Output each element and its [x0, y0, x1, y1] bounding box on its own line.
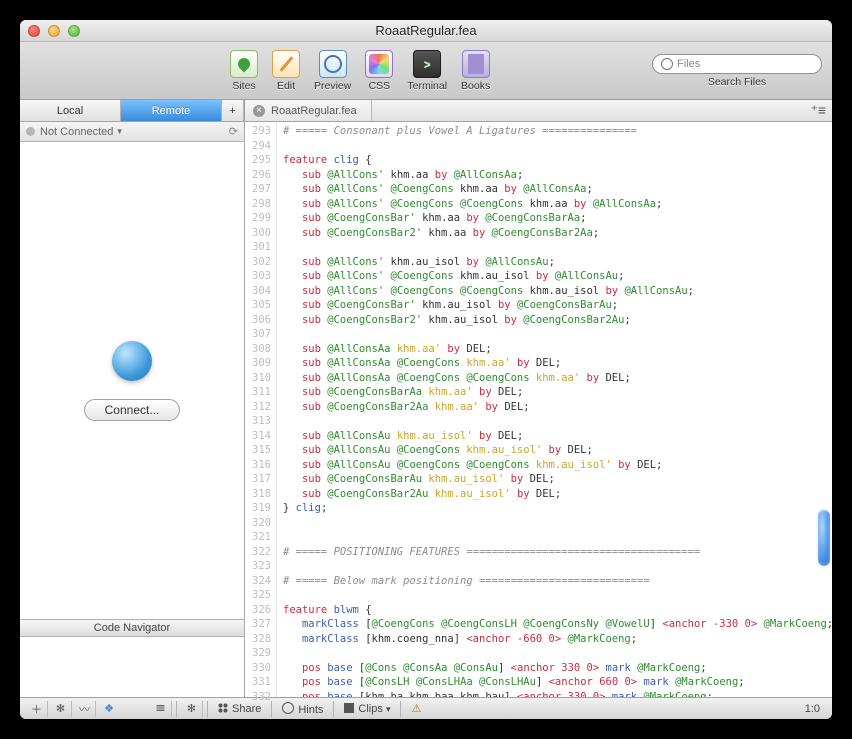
code-editor[interactable]: 2932942952962972982993003013023033043053… [245, 122, 832, 697]
toolbar: Sites Edit Preview CSS Terminal Books Fi… [20, 42, 832, 100]
line-gutter: 2932942952962972982993003013023033043053… [245, 122, 277, 697]
search-label: Search Files [708, 76, 766, 88]
gear-icon[interactable]: ✻ [50, 701, 72, 717]
clips-button[interactable]: Clips ▾ [338, 703, 396, 715]
terminal-icon [413, 50, 441, 78]
share-button[interactable]: Share [212, 703, 267, 715]
sidebar-tab-remote[interactable]: Remote [121, 100, 222, 122]
leaf-icon [230, 50, 258, 78]
refresh-icon[interactable]: ⟳ [229, 125, 238, 138]
toolbar-books[interactable]: Books [461, 50, 490, 92]
toolbar-edit[interactable]: Edit [272, 50, 300, 92]
palette-icon [365, 50, 393, 78]
chevron-down-icon: ▾ [117, 126, 122, 137]
cursor-position: 1:0 [799, 703, 826, 715]
toolbar-preview[interactable]: Preview [314, 50, 351, 92]
connection-status[interactable]: Not Connected ▾ ⟳ [20, 122, 244, 142]
status-dot-icon [26, 127, 35, 136]
titlebar[interactable]: RoaatRegular.fea [20, 20, 832, 42]
close-button[interactable] [28, 25, 40, 37]
pencil-icon [272, 50, 300, 78]
new-file-icon[interactable]: ＋ [26, 701, 48, 717]
editor-tab[interactable]: × RoaatRegular.fea [245, 100, 372, 121]
statusbar: ＋ ✻ 〰 ❖ 𝍣 ✻ Share Hints Clips ▾ ⚠ 1:0 [20, 697, 832, 719]
connect-button[interactable]: Connect... [84, 399, 181, 421]
editor-tab-label: RoaatRegular.fea [271, 105, 357, 117]
sidebar-content: Connect... [20, 142, 244, 619]
wave-icon[interactable]: 〰 [74, 701, 96, 717]
tab-overflow-button[interactable]: ⁺≡ [810, 100, 832, 121]
sidebar-tab-add[interactable]: + [222, 100, 244, 122]
code-navigator [20, 637, 244, 697]
tab-strip: Local Remote + × RoaatRegular.fea ⁺≡ [20, 100, 832, 122]
window-title: RoaatRegular.fea [20, 23, 832, 38]
scrollbar-thumb[interactable] [818, 510, 830, 566]
book-icon [462, 50, 490, 78]
code-area[interactable]: # ===== Consonant plus Vowel A Ligatures… [277, 122, 832, 697]
toolbar-terminal[interactable]: Terminal [407, 50, 447, 92]
toolbar-sites[interactable]: Sites [230, 50, 258, 92]
search-input[interactable]: Files [652, 54, 822, 74]
gear2-icon[interactable]: ✻ [181, 701, 203, 717]
zoom-button[interactable] [68, 25, 80, 37]
warning-icon[interactable]: ⚠ [405, 702, 427, 715]
globe-icon [112, 341, 152, 381]
hints-button[interactable]: Hints [276, 702, 329, 716]
code-navigator-header[interactable]: Code Navigator [20, 619, 244, 637]
minimize-button[interactable] [48, 25, 60, 37]
tag-blue-icon[interactable]: ❖ [98, 701, 120, 717]
sidebar-tab-local[interactable]: Local [20, 100, 121, 122]
app-window: RoaatRegular.fea Sites Edit Preview CSS … [20, 20, 832, 719]
close-tab-icon[interactable]: × [253, 105, 265, 117]
sidebar: Not Connected ▾ ⟳ Connect... Code Naviga… [20, 122, 245, 697]
magnifier-icon [319, 50, 347, 78]
toolbar-css[interactable]: CSS [365, 50, 393, 92]
columns-icon[interactable]: 𝍣 [150, 701, 172, 717]
